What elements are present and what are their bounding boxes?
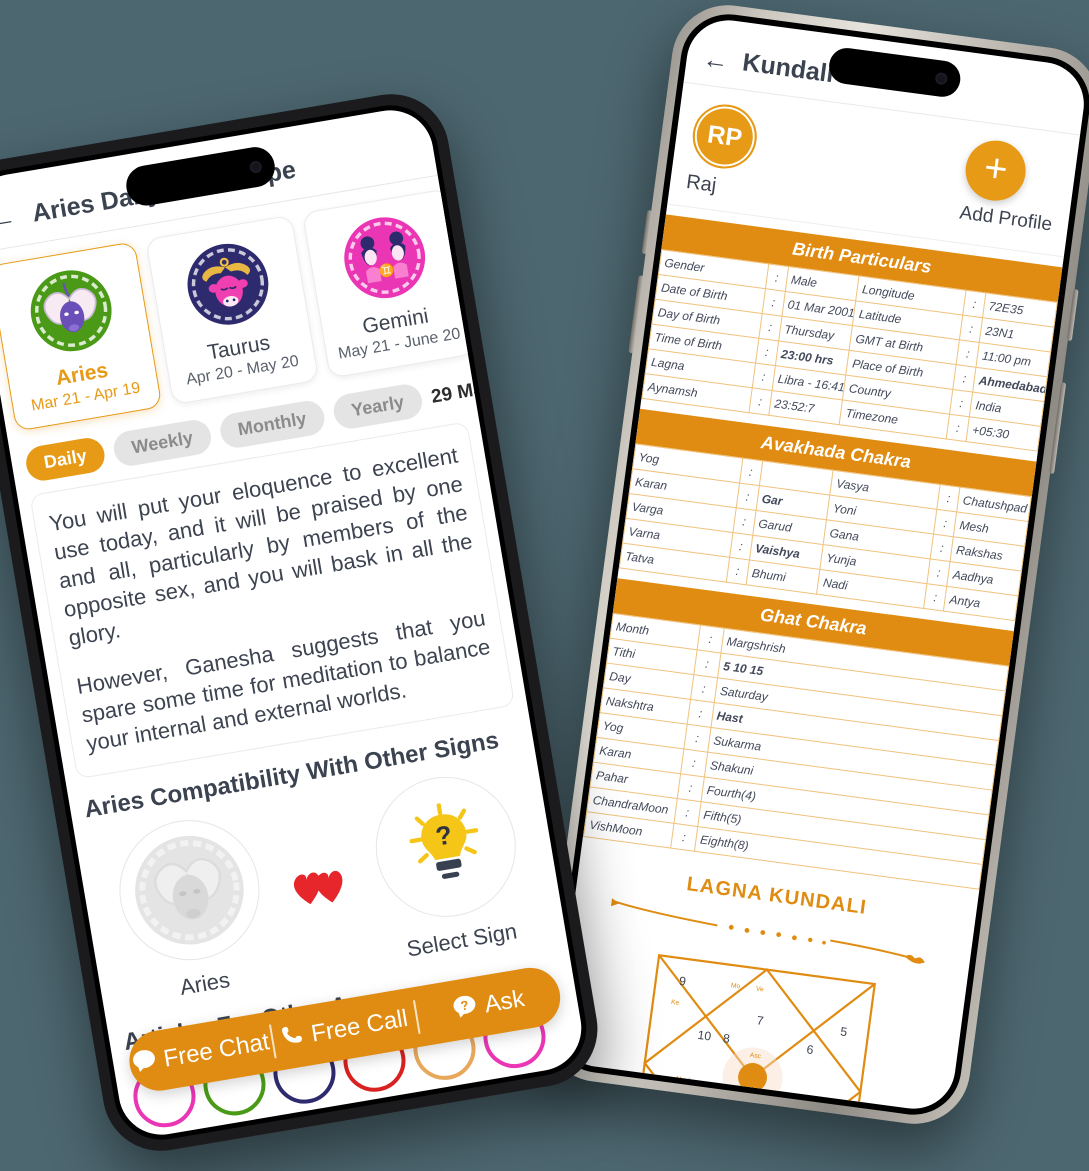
row-colon: :	[680, 748, 708, 777]
aries-gray-icon	[108, 809, 270, 972]
phone-right-kundali: ← Kundali RP Raj + Add Profile Birth Par…	[536, 0, 1089, 1131]
article-category-health[interactable]: Health	[195, 1119, 256, 1141]
select-sign-ring[interactable]: ?	[365, 766, 527, 928]
house-number-5: 5	[839, 1024, 848, 1039]
phone-bezel: ← Kundali RP Raj + Add Profile Birth Par…	[546, 8, 1089, 1121]
tab-daily[interactable]: Daily	[23, 435, 108, 484]
row-colon: :	[670, 823, 698, 852]
aries-ram-icon	[30, 270, 112, 352]
article-category-love[interactable]: Love	[136, 1132, 183, 1142]
bottom-bar-free-call[interactable]: Free Call	[271, 1003, 418, 1055]
taurus-bull-icon	[187, 243, 269, 325]
volume-up-button[interactable]	[641, 209, 653, 255]
lightbulb-question-icon: ?	[409, 802, 479, 880]
taurus-icon	[178, 235, 277, 334]
bottom-bar-ask[interactable]: ? Ask	[415, 979, 562, 1032]
front-camera-icon	[934, 71, 949, 86]
profile-block[interactable]: RP Raj	[684, 100, 761, 203]
svg-text:Ve: Ve	[755, 986, 764, 994]
row-colon: :	[693, 649, 721, 678]
phone-screen: ← Aries Daily Horoscope AriesMar 21 - Ap…	[0, 103, 588, 1142]
svg-text:Mo: Mo	[731, 982, 741, 990]
bottom-bar-label: Ask	[482, 985, 527, 1019]
aries-icon	[22, 261, 121, 360]
row-colon: :	[673, 798, 701, 827]
phone-screen: ← Kundali RP Raj + Add Profile Birth Par…	[552, 15, 1089, 1114]
compat-left-sign[interactable]: Aries	[108, 809, 276, 1009]
plus-icon[interactable]: +	[961, 136, 1030, 205]
article-category-finance[interactable]: Finance	[371, 1087, 445, 1122]
front-camera-icon	[248, 160, 263, 174]
lagna-kundali-chart[interactable]: 123456789101112 MoVe KeAsc Ma JuRa SuSa …	[628, 953, 877, 1114]
house-number-4: 4	[797, 1104, 806, 1114]
sign-card-taurus[interactable]: Taurus Apr 20 - May 20	[145, 214, 320, 406]
tab-yearly[interactable]: Yearly	[330, 381, 425, 432]
house-number-8: 8	[722, 1031, 731, 1046]
bottom-bar-label: Free Chat	[161, 1028, 272, 1073]
article-category-career[interactable]: Career	[457, 1074, 521, 1107]
house-number-1: 1	[745, 1097, 754, 1112]
row-colon: :	[696, 625, 724, 654]
row-colon: :	[690, 674, 718, 703]
sign-card-aries[interactable]: Aries Mar 21 - Apr 19	[0, 241, 163, 432]
article-category-education[interactable]: Education	[267, 1102, 359, 1140]
ram-silhouette-icon	[134, 836, 244, 945]
row-colon: :	[683, 724, 711, 753]
tab-monthly[interactable]: Monthly	[217, 398, 327, 451]
chat-bubble-icon	[130, 1047, 158, 1079]
svg-text:Ra: Ra	[679, 1087, 689, 1095]
back-arrow-icon[interactable]: ←	[701, 43, 731, 76]
screenshot-stage: ← Kundali RP Raj + Add Profile Birth Par…	[0, 0, 1089, 1171]
back-arrow-icon[interactable]: ←	[0, 200, 19, 238]
house-number-7: 7	[756, 1013, 765, 1028]
power-button[interactable]	[1049, 382, 1067, 475]
double-heart-icon	[288, 858, 354, 918]
action-button[interactable]	[1066, 288, 1079, 342]
house-number-9: 9	[678, 974, 687, 989]
sign-card-gemini[interactable]: ♊ Gemini May 21 - June 20	[302, 188, 477, 379]
current-date: 29 Mar	[429, 376, 493, 408]
phone-bezel: ← Aries Daily Horoscope AriesMar 21 - Ap…	[0, 98, 594, 1147]
svg-text:♊: ♊	[378, 262, 396, 279]
bottom-bar-label: Free Call	[309, 1004, 410, 1048]
avatar[interactable]: RP	[688, 100, 761, 173]
hearts-svg	[293, 870, 343, 904]
add-profile-block[interactable]: + Add Profile	[958, 136, 1062, 237]
house-number-11: 11	[655, 1110, 670, 1114]
question-bubble-icon: ?	[451, 993, 480, 1026]
page-title: Kundali	[740, 48, 836, 89]
add-profile-label: Add Profile	[958, 202, 1054, 236]
svg-text:Su: Su	[657, 1105, 666, 1113]
profile-name: Raj	[684, 170, 718, 197]
row-colon: :	[677, 773, 705, 802]
phone-icon	[280, 1022, 306, 1053]
svg-text:Ke: Ke	[671, 999, 680, 1007]
svg-text:Ma Ju: Ma Ju	[676, 1076, 695, 1085]
bottom-bar-free-chat[interactable]: Free Chat	[128, 1028, 275, 1080]
house-number-6: 6	[806, 1042, 815, 1057]
tab-weekly[interactable]: Weekly	[111, 417, 214, 469]
compat-right-select[interactable]: ? Select Sign	[365, 766, 533, 965]
house-number-10: 10	[697, 1028, 713, 1044]
row-colon: :	[686, 699, 715, 728]
volume-down-button[interactable]	[628, 275, 644, 354]
gemini-twins-icon: ♊	[344, 217, 426, 299]
gemini-icon: ♊	[335, 208, 434, 307]
phone-left-horoscope: ← Aries Daily Horoscope AriesMar 21 - Ap…	[0, 85, 607, 1160]
